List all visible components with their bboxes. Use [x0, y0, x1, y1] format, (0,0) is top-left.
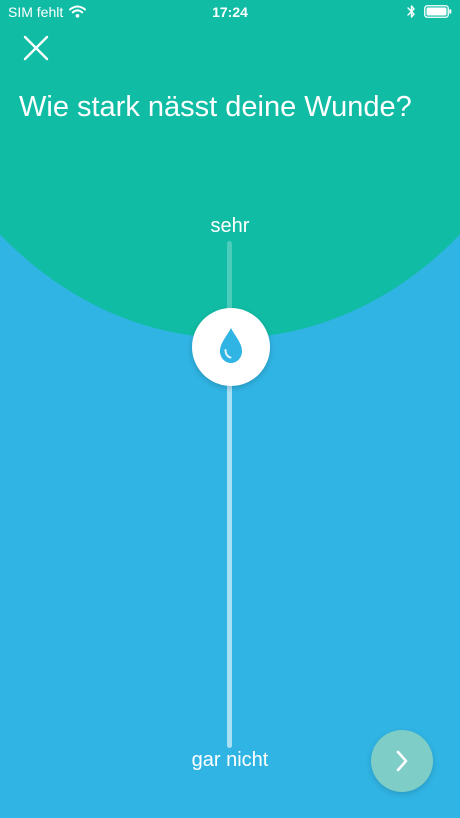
next-button[interactable] — [371, 730, 433, 792]
slider-thumb[interactable] — [192, 308, 270, 387]
battery-icon — [424, 5, 452, 18]
status-bar: SIM fehlt 17:24 — [0, 0, 460, 26]
slider-fill — [227, 347, 232, 748]
close-icon — [23, 35, 49, 61]
scale-max-label: sehr — [210, 215, 250, 237]
question-title: Wie stark nässt deine Wunde? — [19, 91, 412, 123]
close-button[interactable] — [18, 30, 54, 66]
scale-min-label: gar nicht — [191, 749, 269, 771]
screen: SIM fehlt 17:24 Wie stark nässt deine Wu… — [0, 0, 460, 818]
bluetooth-icon — [407, 5, 415, 18]
chevron-right-icon — [396, 750, 408, 772]
status-time: 17:24 — [212, 4, 248, 20]
water-drop-icon — [220, 328, 242, 364]
